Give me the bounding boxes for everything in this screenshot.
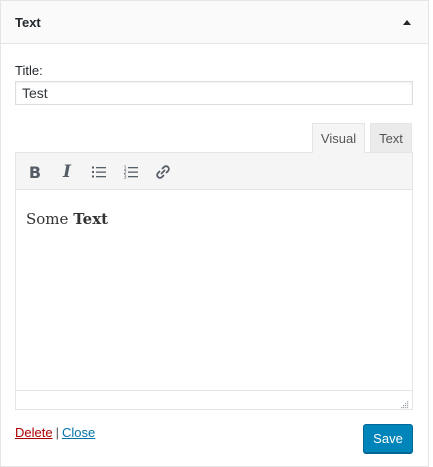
bold-icon[interactable]: B bbox=[22, 159, 48, 185]
editor-content[interactable]: Some Text bbox=[16, 190, 412, 391]
tab-visual[interactable]: Visual bbox=[312, 123, 365, 153]
resize-handle-icon[interactable] bbox=[399, 396, 409, 409]
separator: | bbox=[55, 425, 59, 440]
link-icon[interactable] bbox=[150, 159, 176, 185]
title-input[interactable] bbox=[15, 81, 413, 105]
numbered-list-icon[interactable]: 1 2 3 bbox=[118, 159, 144, 185]
bullet-list-icon[interactable] bbox=[86, 159, 112, 185]
widget-actions: Delete | Close bbox=[15, 425, 95, 440]
editor-toolbar: B I 1 2 3 bbox=[16, 153, 412, 190]
content-bold-text: Text bbox=[73, 210, 109, 228]
close-link[interactable]: Close bbox=[62, 425, 95, 440]
triangle-up-icon[interactable] bbox=[396, 11, 418, 33]
delete-link[interactable]: Delete bbox=[15, 425, 53, 440]
editor-status-bar bbox=[16, 390, 412, 409]
tab-text[interactable]: Text bbox=[370, 123, 412, 153]
rich-text-editor: B I 1 2 3 Some Text bbox=[15, 152, 413, 410]
save-button[interactable]: Save bbox=[363, 424, 413, 453]
svg-text:3: 3 bbox=[124, 175, 127, 181]
widget-title: Text bbox=[15, 15, 41, 30]
italic-icon[interactable]: I bbox=[54, 159, 80, 185]
content-text: Some bbox=[26, 210, 69, 228]
title-label: Title: bbox=[15, 63, 43, 78]
text-widget: Text Title: Visual Text B I bbox=[0, 0, 429, 467]
widget-header[interactable]: Text bbox=[1, 1, 428, 44]
